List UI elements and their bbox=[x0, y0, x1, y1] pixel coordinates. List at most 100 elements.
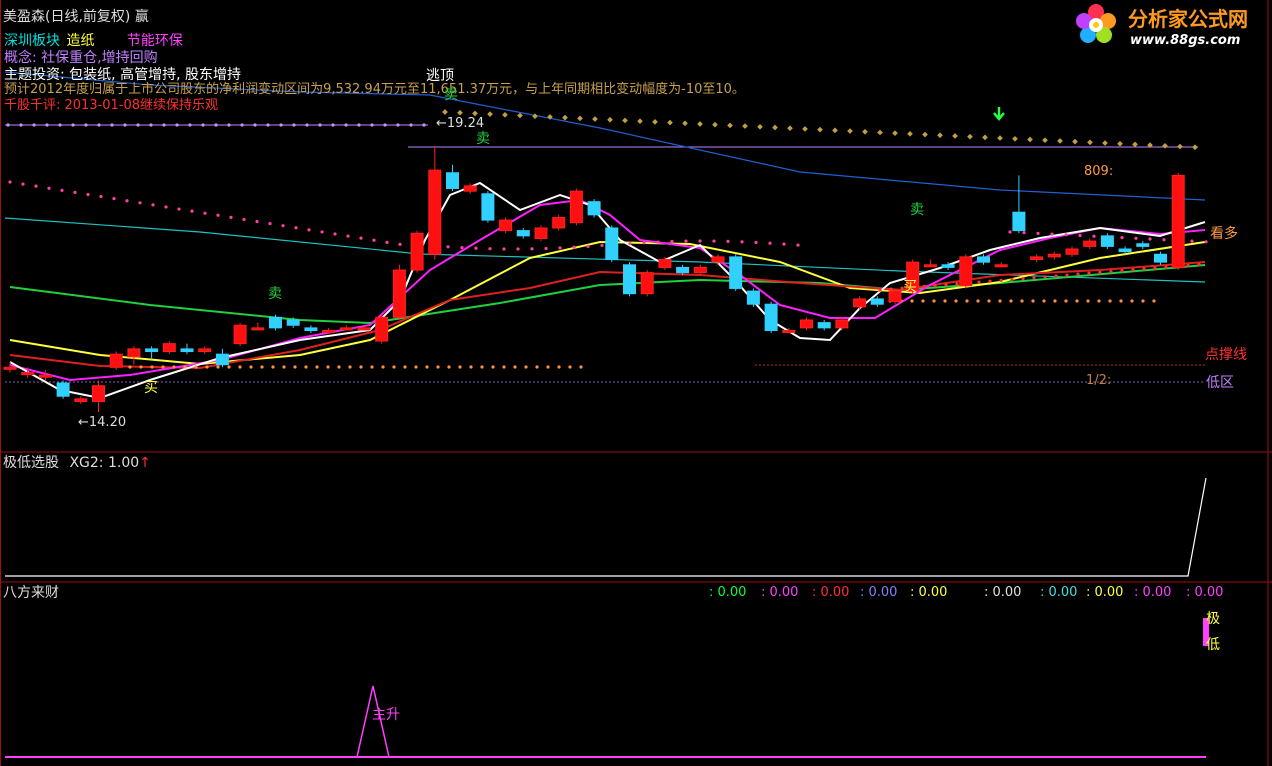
candle-body bbox=[286, 319, 300, 326]
signal-dot-orange bbox=[458, 365, 462, 369]
candle-body bbox=[74, 398, 88, 402]
signal-dot-gold bbox=[592, 116, 598, 122]
signal-dot-purple bbox=[279, 123, 283, 127]
signal-dot-orange bbox=[1075, 299, 1079, 303]
signal-dot-purple bbox=[58, 123, 62, 127]
signal-dot-gold bbox=[487, 111, 493, 117]
panel3-value-8: : 0.00 bbox=[1086, 585, 1124, 600]
signal-dot-pink bbox=[502, 247, 506, 251]
signal-dot-red bbox=[988, 279, 992, 283]
support-value-label: 809: bbox=[1084, 164, 1114, 179]
signal-dot-pink bbox=[385, 240, 389, 244]
signal-dot-pink bbox=[530, 247, 534, 251]
candle-body bbox=[1136, 243, 1150, 247]
signal-dot-gold bbox=[1072, 138, 1078, 145]
signal-dot-pink bbox=[446, 245, 450, 249]
signal-dot-orange bbox=[1020, 299, 1024, 303]
signal-dot-gold bbox=[892, 130, 898, 136]
candle-body bbox=[322, 330, 336, 334]
signal-dot-orange bbox=[348, 365, 352, 369]
signal-dot-orange bbox=[315, 365, 319, 369]
signal-dot-purple bbox=[123, 123, 127, 127]
candle-body bbox=[1030, 256, 1044, 261]
signal-dot-purple bbox=[188, 123, 192, 127]
candle-body bbox=[127, 348, 141, 358]
signal-dot-pink bbox=[1190, 239, 1194, 243]
signal-dot-orange bbox=[1108, 299, 1112, 303]
candle-body bbox=[92, 385, 105, 402]
signal-dot-orange bbox=[513, 365, 517, 369]
panel2-indicator: XG2: 1.00 bbox=[69, 455, 140, 471]
signal-dot-purple bbox=[305, 123, 309, 127]
signal-dot-purple bbox=[19, 123, 23, 127]
panel3-value-2: : 0.00 bbox=[761, 585, 799, 600]
signal-dot-pink bbox=[398, 242, 402, 246]
signal-dot-purple bbox=[110, 123, 114, 127]
signal-dot-orange bbox=[139, 365, 143, 369]
signal-dot-gold bbox=[832, 127, 838, 134]
signal-dot-purple bbox=[71, 123, 75, 127]
candle-body bbox=[534, 227, 548, 239]
signal-dot-orange bbox=[469, 365, 473, 369]
signal-dot-gold bbox=[712, 121, 718, 128]
signal-dot-gold bbox=[982, 134, 988, 141]
support-line-label: 点撑线 bbox=[1205, 347, 1247, 363]
signal-dot-orange bbox=[998, 299, 1002, 303]
signal-dot-red bbox=[1142, 267, 1146, 271]
candle-body bbox=[1171, 174, 1185, 268]
candle-body bbox=[233, 324, 247, 345]
candle-body bbox=[251, 327, 265, 331]
signal-dot-pink bbox=[281, 224, 285, 228]
signal-dot-gold bbox=[1027, 136, 1033, 143]
signal-dot-red bbox=[1076, 272, 1080, 276]
signal-dot-pink bbox=[1078, 233, 1082, 238]
candle-body bbox=[569, 190, 583, 224]
logo-url[interactable]: www.88gs.com bbox=[1130, 34, 1240, 47]
candle-body bbox=[640, 272, 654, 295]
signal-dot-gold bbox=[457, 109, 463, 116]
signal-dot-pink bbox=[754, 240, 758, 245]
signal-dot-orange bbox=[183, 365, 187, 369]
signal-dot-gold bbox=[652, 119, 658, 125]
signal-dot-orange bbox=[943, 299, 947, 303]
candle-body bbox=[941, 264, 955, 268]
candle-body bbox=[605, 227, 619, 261]
signal-dot-red bbox=[944, 283, 948, 287]
signal-dot-orange bbox=[128, 365, 132, 369]
signal-dot-red bbox=[1021, 276, 1025, 281]
signal-dot-gold bbox=[877, 129, 883, 136]
candle-body bbox=[623, 264, 636, 295]
stock-chart[interactable] bbox=[0, 0, 1272, 766]
sector-paper[interactable]: 造纸 bbox=[66, 33, 94, 49]
signal-dot-purple bbox=[357, 123, 361, 127]
signal-dot-pink bbox=[99, 194, 103, 199]
signal-dot-gold bbox=[1057, 138, 1063, 144]
signal-dot-pink bbox=[670, 239, 674, 244]
signal-dot-purple bbox=[175, 123, 179, 127]
signal-dot-pink bbox=[572, 245, 576, 249]
signal-dot-pink bbox=[47, 186, 51, 190]
signal-dot-orange bbox=[524, 365, 528, 369]
signal-dot-orange bbox=[337, 365, 341, 369]
sector-energy[interactable]: 节能环保 bbox=[127, 33, 183, 49]
signal-dot-orange bbox=[1119, 299, 1123, 303]
panel3-value-7: : 0.00 bbox=[1040, 585, 1078, 600]
candle-body bbox=[180, 348, 194, 353]
candle-body bbox=[800, 319, 813, 329]
candle-body bbox=[1012, 211, 1026, 232]
candle-body bbox=[853, 298, 867, 308]
signal-dot-pink bbox=[333, 232, 337, 236]
signal-dot-pink bbox=[112, 197, 116, 201]
signal-dot-gold bbox=[577, 115, 583, 122]
signal-dot-gold bbox=[697, 121, 703, 127]
candle-body bbox=[1154, 253, 1167, 263]
signal-dot-orange bbox=[293, 365, 297, 369]
sector-shenzhen[interactable]: 深圳板块 bbox=[4, 33, 60, 49]
signal-dot-orange bbox=[1009, 299, 1013, 303]
signal-dot-gold bbox=[442, 109, 448, 115]
signal-dot-pink bbox=[1120, 236, 1124, 240]
signal-dot-gold bbox=[682, 120, 688, 127]
panel3-value-1: : 0.00 bbox=[709, 585, 747, 600]
signal-dot-purple bbox=[318, 123, 322, 127]
signal-dot-purple bbox=[201, 123, 205, 127]
